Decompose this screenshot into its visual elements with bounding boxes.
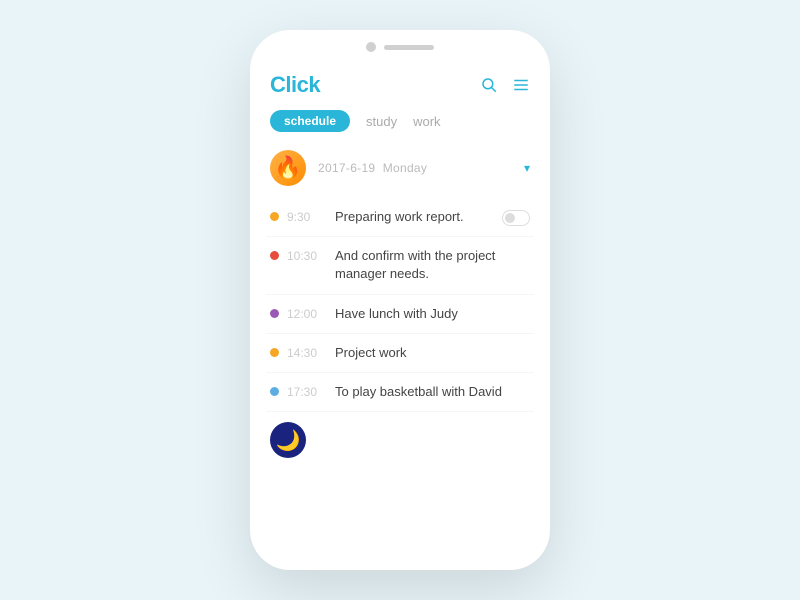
task-item: 10:30 And confirm with the project manag…: [266, 237, 534, 294]
phone-shell: Click schedule study work: [250, 30, 550, 570]
task-dot: [270, 309, 279, 318]
tab-work[interactable]: work: [413, 114, 440, 129]
task-text: Project work: [335, 344, 530, 362]
task-text: To play basketball with David: [335, 383, 530, 401]
nav-tabs: schedule study work: [250, 106, 550, 142]
header-icons: [480, 76, 530, 94]
task-toggle[interactable]: [502, 210, 530, 226]
phone-camera: [366, 42, 376, 52]
tab-study[interactable]: study: [366, 114, 397, 129]
task-text: Have lunch with Judy: [335, 305, 530, 323]
task-text: Preparing work report.: [335, 208, 494, 226]
search-icon[interactable]: [480, 76, 498, 94]
sun-avatar: 🔥: [270, 150, 306, 186]
app-content: Click schedule study work: [250, 60, 550, 570]
task-time: 9:30: [287, 210, 325, 224]
task-dot: [270, 348, 279, 357]
app-header: Click: [250, 60, 550, 106]
date-text: 2017-6-19 Monday: [318, 161, 524, 175]
task-dot: [270, 387, 279, 396]
task-dot: [270, 251, 279, 260]
task-time: 17:30: [287, 385, 325, 399]
task-item: 17:30 To play basketball with David: [266, 373, 534, 412]
menu-icon[interactable]: [512, 76, 530, 94]
schedule-area: 🔥 2017-6-19 Monday ▾ 9:30 Preparing work…: [250, 142, 550, 570]
task-time: 10:30: [287, 249, 325, 263]
tab-schedule[interactable]: schedule: [270, 110, 350, 132]
task-dot: [270, 212, 279, 221]
moon-avatar: 🌙: [270, 422, 306, 458]
task-item: 9:30 Preparing work report.: [266, 198, 534, 237]
task-time: 14:30: [287, 346, 325, 360]
phone-speaker: [384, 45, 434, 50]
task-text: And confirm with the project manager nee…: [335, 247, 530, 283]
date-row: 🔥 2017-6-19 Monday ▾: [266, 142, 534, 194]
task-item: 14:30 Project work: [266, 334, 534, 373]
phone-top-bar: [250, 30, 550, 60]
task-time: 12:00: [287, 307, 325, 321]
app-logo: Click: [270, 72, 320, 98]
date-dropdown-icon[interactable]: ▾: [524, 161, 530, 175]
task-item: 12:00 Have lunch with Judy: [266, 295, 534, 334]
